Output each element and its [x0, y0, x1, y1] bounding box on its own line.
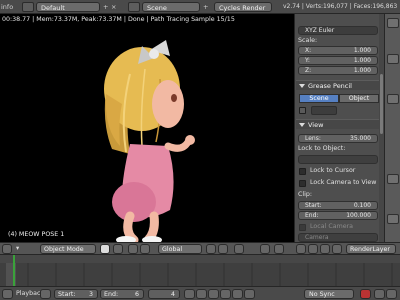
- insert-keyframe-icon[interactable]: [386, 289, 397, 299]
- layer-button-1[interactable]: [206, 244, 216, 254]
- add-layout-icon[interactable]: +: [103, 2, 108, 12]
- timeline-editor[interactable]: [0, 254, 400, 287]
- clip-label: Clip:: [298, 191, 313, 198]
- start-frame-field[interactable]: Start: 3: [54, 289, 98, 299]
- render-layer-dropdown[interactable]: RenderLayer: [346, 244, 396, 254]
- screen-layout-icon[interactable]: [22, 2, 34, 12]
- scale-x-field[interactable]: X: 1.000: [298, 46, 378, 55]
- tab-object[interactable]: Object: [339, 94, 379, 103]
- end-frame-field[interactable]: End: 6: [100, 289, 144, 299]
- scale-y-field[interactable]: Y: 1.000: [298, 56, 378, 65]
- tab-scene[interactable]: Scene: [299, 94, 339, 103]
- play-icon[interactable]: [220, 289, 231, 299]
- jump-end-icon[interactable]: [244, 289, 255, 299]
- jump-start-icon[interactable]: [184, 289, 195, 299]
- render-layers-icon[interactable]: [308, 244, 318, 254]
- render-engine-dropdown[interactable]: Cycles Render: [214, 2, 272, 12]
- editor-type-icon[interactable]: [2, 244, 12, 254]
- local-camera-checkbox[interactable]: [299, 224, 306, 231]
- play-reverse-icon[interactable]: [208, 289, 219, 299]
- scene-statistics: v2.74 | Verts:196,077 | Faces:196,863: [283, 3, 398, 10]
- snap-icon[interactable]: [234, 244, 244, 254]
- lock-to-object-label: Lock to Object:: [298, 145, 346, 152]
- viewport-header: ▾ Object Mode Global: [0, 242, 294, 254]
- scale-label: Scale:: [298, 37, 318, 44]
- prev-keyframe-icon[interactable]: [196, 289, 207, 299]
- outliner-edge-panel: [384, 14, 400, 242]
- clip-start-field[interactable]: Start: 0.100: [298, 201, 378, 210]
- pivot-point-icon[interactable]: [113, 244, 123, 254]
- properties-scrollbar-thumb[interactable]: [380, 74, 383, 134]
- view-menu[interactable]: ▾: [16, 244, 19, 254]
- rendered-character: [104, 40, 195, 242]
- sync-mode-dropdown[interactable]: No Sync: [304, 289, 354, 299]
- grease-pencil-section[interactable]: Grease Pencil: [296, 80, 381, 90]
- edge-button-3[interactable]: [387, 94, 399, 104]
- properties-panel: XYZ Euler Scale: X: 1.000 Y: 1.000 Z: 1.000…: [294, 14, 384, 242]
- add-scene-icon[interactable]: +: [203, 2, 208, 12]
- scene-dropdown[interactable]: Scene: [142, 2, 200, 12]
- key-icon[interactable]: [40, 289, 51, 299]
- expand-triangle-icon: [299, 84, 305, 88]
- render-icon[interactable]: [296, 244, 306, 254]
- lock-camera-to-view-checkbox[interactable]: [299, 180, 306, 187]
- edge-button-2[interactable]: [387, 54, 399, 64]
- next-keyframe-icon[interactable]: [232, 289, 243, 299]
- timeline-editor-type-icon[interactable]: [2, 289, 13, 299]
- info-header: info Default + × Scene + Cycles Render v…: [0, 0, 400, 14]
- manipulator-rotate-icon[interactable]: [140, 244, 150, 254]
- local-camera-field[interactable]: Camera: [298, 233, 378, 242]
- timeline-header: Playback Start: 3 End: 6 4 No Sync: [0, 286, 400, 300]
- render-progress-info: 00:38.77 | Mem:73.37M, Peak:73.37M | Don…: [2, 16, 235, 23]
- keying-set-icon[interactable]: [374, 289, 385, 299]
- 3d-viewport[interactable]: 00:38.77 | Mem:73.37M, Peak:73.37M | Don…: [0, 14, 294, 242]
- view-section[interactable]: View: [296, 119, 381, 129]
- mode-dropdown[interactable]: Object Mode: [40, 244, 96, 254]
- record-icon[interactable]: [360, 289, 371, 299]
- grease-pencil-source-tabs: Scene Object: [299, 94, 379, 103]
- scene-props-icon[interactable]: [320, 244, 330, 254]
- lock-to-cursor-checkbox[interactable]: [299, 168, 306, 175]
- lock-camera-to-view-label: Lock Camera to View: [310, 179, 377, 186]
- render-preview-icon[interactable]: [260, 244, 270, 254]
- screen-layout-dropdown[interactable]: Default: [36, 2, 100, 12]
- shading-solid-icon[interactable]: [100, 244, 110, 254]
- lens-field[interactable]: Lens: 35.000: [298, 134, 378, 143]
- clip-end-field[interactable]: End: 100.000: [298, 211, 378, 220]
- viewport-object-caption: (4) MEOW POSE 1: [8, 231, 65, 238]
- rotation-mode-dropdown[interactable]: XYZ Euler: [298, 26, 378, 35]
- expand-triangle-icon: [299, 123, 305, 127]
- grease-pencil-datablock[interactable]: [311, 106, 337, 115]
- properties-header: RenderLayer: [294, 242, 400, 254]
- scene-icon[interactable]: [128, 2, 140, 12]
- remove-layout-icon[interactable]: ×: [111, 2, 116, 12]
- local-camera-label: Local Camera: [310, 223, 354, 230]
- world-icon[interactable]: [332, 244, 342, 254]
- manipulator-translate-icon[interactable]: [128, 244, 138, 254]
- lock-to-cursor-label: Lock to Cursor: [310, 167, 356, 174]
- info-menu-label[interactable]: info: [1, 2, 13, 12]
- orientation-dropdown[interactable]: Global: [158, 244, 202, 254]
- edge-button-1[interactable]: [387, 18, 399, 28]
- timeline-ruler[interactable]: [0, 255, 400, 287]
- layer-button-2[interactable]: [218, 244, 228, 254]
- lock-object-field[interactable]: [298, 155, 378, 164]
- pencil-icon[interactable]: [299, 107, 306, 114]
- edge-button-4[interactable]: [387, 174, 399, 184]
- edge-button-5[interactable]: [387, 214, 399, 224]
- scale-z-field[interactable]: Z: 1.000: [298, 66, 378, 75]
- current-frame-field[interactable]: 4: [148, 289, 180, 299]
- opengl-render-icon[interactable]: [274, 244, 284, 254]
